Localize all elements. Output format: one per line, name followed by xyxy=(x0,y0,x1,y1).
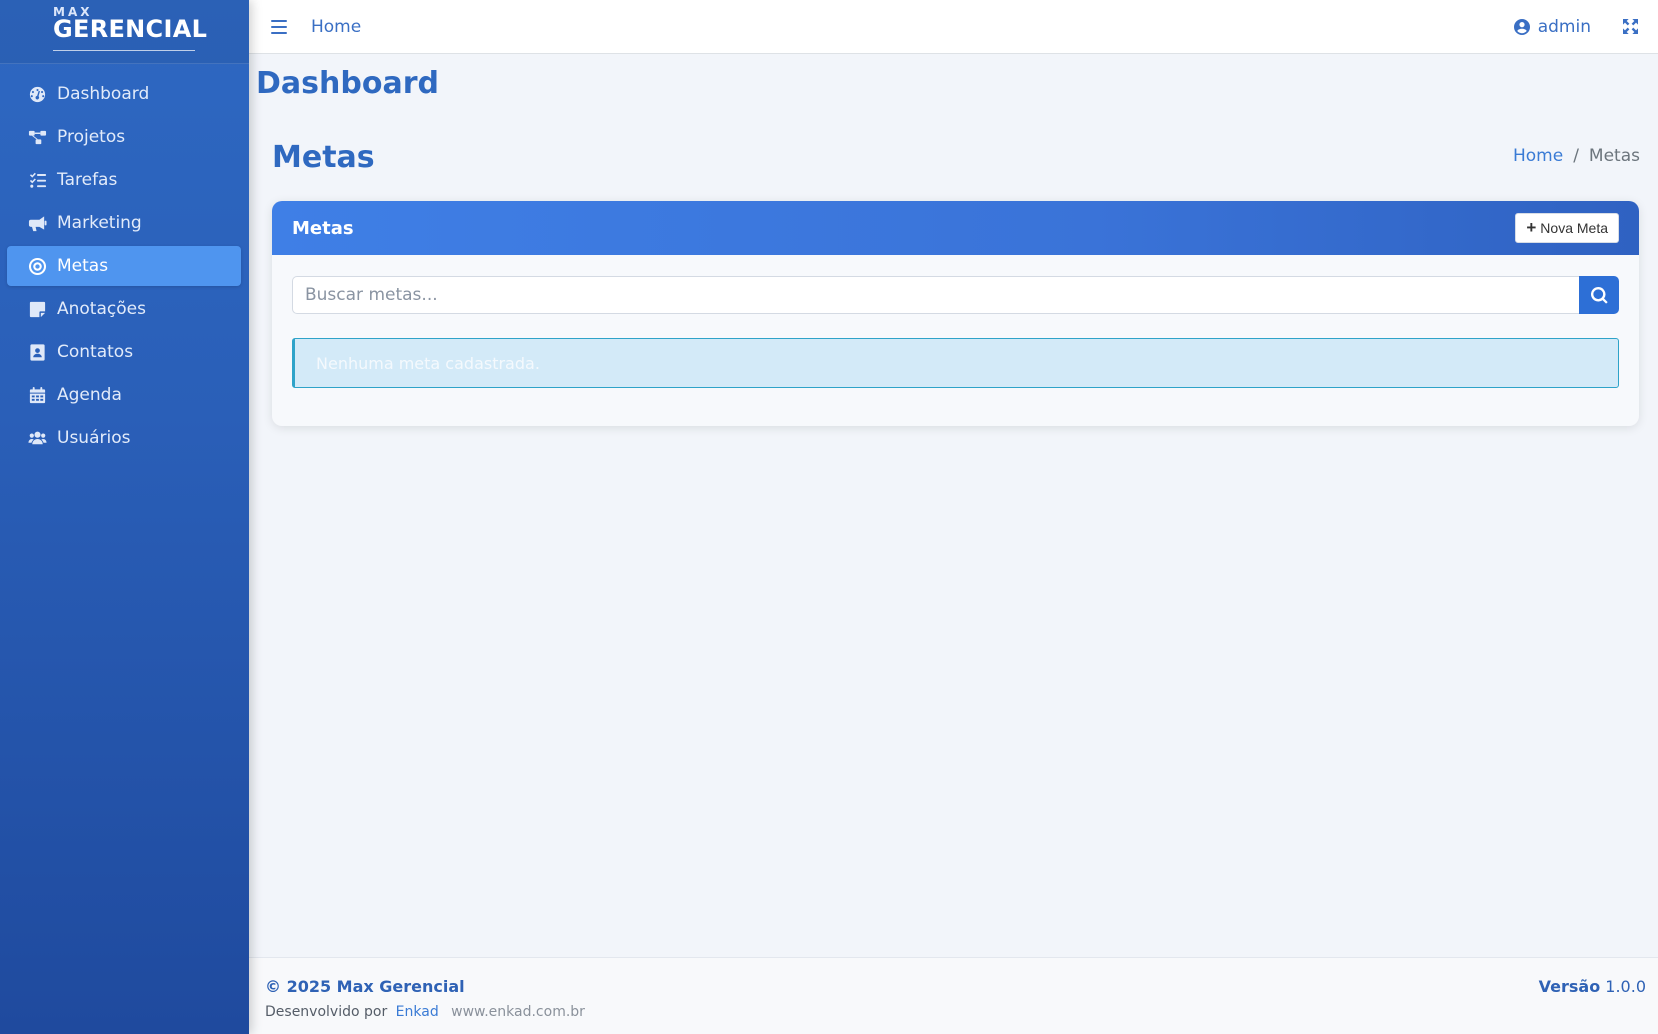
sidebar-item-dashboard[interactable]: Dashboard xyxy=(7,74,241,114)
sidebar-item-label: Usuários xyxy=(57,428,131,448)
sidebar: MAX GERENCIAL Dashboard Projetos Tarefas xyxy=(0,0,249,1034)
calendar-icon xyxy=(27,385,47,405)
empty-state-alert: Nenhuma meta cadastrada. xyxy=(292,338,1619,388)
breadcrumb-home-link[interactable]: Home xyxy=(1513,146,1563,166)
top-home-link[interactable]: Home xyxy=(311,17,361,37)
search-button[interactable] xyxy=(1579,276,1619,314)
search-group xyxy=(292,276,1619,314)
developed-by-text: Desenvolvido por xyxy=(265,1004,388,1020)
bullseye-icon xyxy=(27,256,47,276)
card-header: Metas + Nova Meta xyxy=(272,201,1639,255)
users-icon xyxy=(27,428,47,448)
project-diagram-icon xyxy=(27,127,47,147)
version-label: Versão xyxy=(1538,977,1601,996)
sidebar-item-label: Anotações xyxy=(57,299,146,319)
breadcrumb-separator: / xyxy=(1573,146,1579,166)
top-navbar: Home admin xyxy=(249,0,1658,54)
bullhorn-icon xyxy=(27,213,47,233)
sidebar-item-tarefas[interactable]: Tarefas xyxy=(7,160,241,200)
tachometer-icon xyxy=(27,84,47,104)
version-number: 1.0.0 xyxy=(1605,977,1646,996)
sidebar-item-label: Dashboard xyxy=(57,84,150,104)
search-icon xyxy=(1590,286,1608,304)
sidebar-item-agenda[interactable]: Agenda xyxy=(7,375,241,415)
developer-link[interactable]: Enkad xyxy=(396,1004,439,1020)
sidebar-item-marketing[interactable]: Marketing xyxy=(7,203,241,243)
plus-icon: + xyxy=(1526,218,1537,237)
search-input[interactable] xyxy=(292,276,1579,314)
sticky-note-icon xyxy=(27,299,47,319)
version-info: Versão 1.0.0 xyxy=(1539,977,1646,996)
footer: © 2025 Max Gerencial Desenvolvido por En… xyxy=(249,957,1658,1034)
sidebar-item-projetos[interactable]: Projetos xyxy=(7,117,241,157)
breadcrumb-current: Metas xyxy=(1588,146,1640,166)
card-title: Metas xyxy=(292,217,354,239)
sidebar-item-label: Tarefas xyxy=(57,170,118,190)
developer-credit: Desenvolvido por Enkad www.enkad.com.br xyxy=(265,1004,585,1020)
sidebar-item-label: Agenda xyxy=(57,385,122,405)
tasks-icon xyxy=(27,170,47,190)
copyright-text: © 2025 Max Gerencial xyxy=(265,977,465,996)
user-menu[interactable]: admin xyxy=(1513,16,1591,37)
new-meta-button-label: Nova Meta xyxy=(1540,220,1608,236)
address-card-icon xyxy=(27,342,47,362)
user-name: admin xyxy=(1537,16,1591,37)
sidebar-item-usuarios[interactable]: Usuários xyxy=(7,418,241,458)
sidebar-item-label: Contatos xyxy=(57,342,134,362)
sidebar-nav: Dashboard Projetos Tarefas Marketing Met… xyxy=(0,64,249,458)
sidebar-item-label: Projetos xyxy=(57,127,126,147)
new-meta-button[interactable]: + Nova Meta xyxy=(1515,213,1619,243)
page-title: Dashboard xyxy=(256,66,439,101)
brand-logo[interactable]: MAX GERENCIAL xyxy=(0,0,249,64)
sidebar-item-label: Marketing xyxy=(57,213,142,233)
developer-site: www.enkad.com.br xyxy=(451,1004,585,1020)
sidebar-item-metas[interactable]: Metas xyxy=(7,246,241,286)
metas-card: Metas + Nova Meta Nenhuma meta cadastrad… xyxy=(272,201,1639,426)
breadcrumb: Home / Metas xyxy=(1513,146,1640,166)
sidebar-item-contatos[interactable]: Contatos xyxy=(7,332,241,372)
sidebar-item-anotacoes[interactable]: Anotações xyxy=(7,289,241,329)
user-circle-icon xyxy=(1513,18,1530,35)
menu-toggle-icon[interactable] xyxy=(271,19,287,34)
sidebar-item-label: Metas xyxy=(57,256,109,276)
brand-underline xyxy=(53,50,195,51)
brand-big-text: GERENCIAL xyxy=(53,15,208,43)
top-right-actions: admin xyxy=(1513,16,1638,37)
section-title: Metas xyxy=(272,140,375,175)
main-content: Dashboard Metas Home / Metas Metas + Nov… xyxy=(249,54,1658,957)
fullscreen-icon[interactable] xyxy=(1623,19,1638,34)
